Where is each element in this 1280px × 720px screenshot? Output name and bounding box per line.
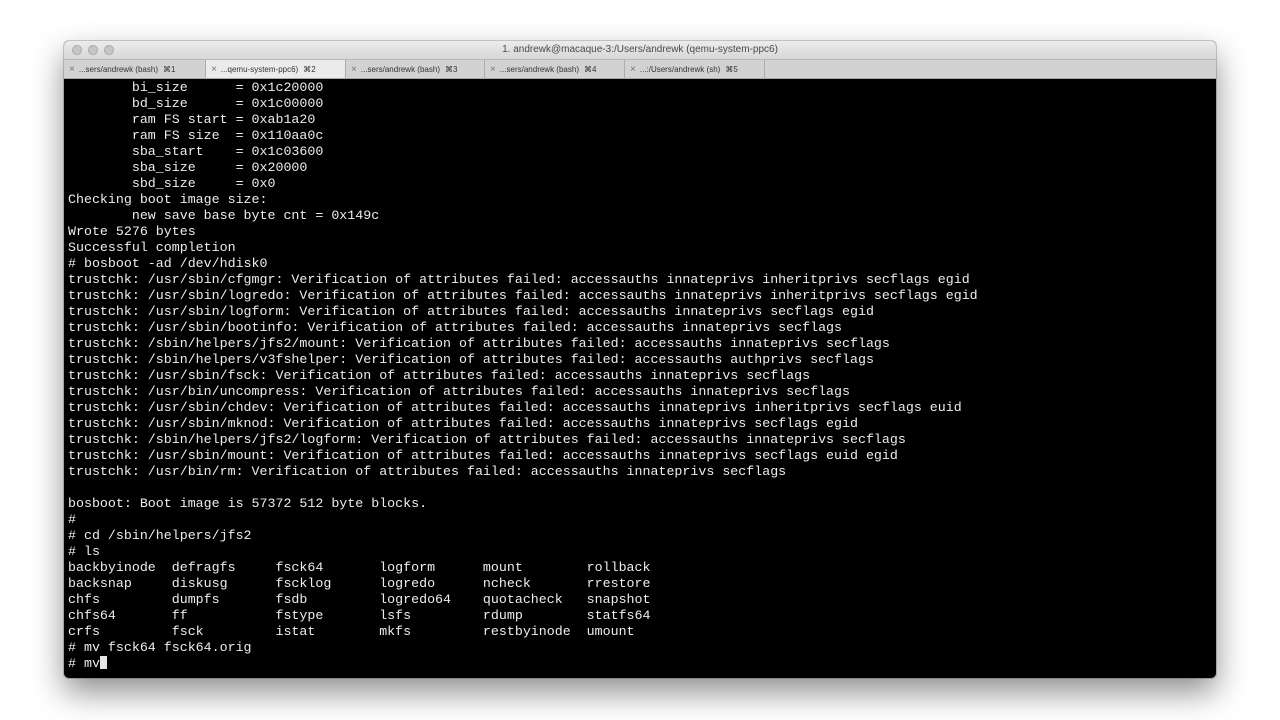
terminal-line: trustchk: /usr/bin/rm: Verification of a… (68, 464, 787, 479)
tab-shortcut: ⌘4 (583, 64, 597, 74)
terminal-line: ram FS start = 0xab1a20 (68, 112, 316, 127)
zoom-window-button[interactable] (104, 45, 114, 55)
close-tab-icon[interactable]: × (69, 64, 75, 75)
tab-shortcut: ⌘3 (444, 64, 458, 74)
terminal-line: Checking boot image size: (68, 192, 268, 207)
terminal-line: trustchk: /usr/bin/uncompress: Verificat… (68, 384, 850, 399)
terminal-line: Successful completion (68, 240, 236, 255)
close-tab-icon[interactable]: × (211, 64, 217, 75)
terminal-line: # (68, 512, 76, 527)
terminal-line: trustchk: /sbin/helpers/jfs2/mount: Veri… (68, 336, 890, 351)
terminal-line: backbyinode defragfs fsck64 logform moun… (68, 560, 651, 575)
terminal-line: crfs fsck istat mkfs restbyinode umount (68, 624, 635, 639)
minimize-window-button[interactable] (88, 45, 98, 55)
terminal-line: trustchk: /usr/sbin/fsck: Verification o… (68, 368, 811, 383)
terminal-line: # cd /sbin/helpers/jfs2 (68, 528, 252, 543)
tab-shortcut: ⌘5 (725, 64, 738, 74)
window-title: 1. andrewk@macaque-3:/Users/andrewk (qem… (502, 44, 778, 55)
terminal-line: bi_size = 0x1c20000 (68, 80, 324, 95)
terminal-window: 1. andrewk@macaque-3:/Users/andrewk (qem… (64, 41, 1216, 678)
tab-5[interactable]: × ...:/Users/andrewk (sh) ⌘5 (625, 60, 765, 78)
terminal-line: trustchk: /usr/sbin/bootinfo: Verificati… (68, 320, 843, 335)
tab-shortcut: ⌘2 (303, 64, 316, 74)
close-tab-icon[interactable]: × (630, 64, 636, 75)
current-command: # mv (68, 656, 100, 671)
tab-label: ...sers/andrewk (bash) (499, 64, 579, 74)
window-controls (72, 45, 114, 55)
terminal-line: bosboot: Boot image is 57372 512 byte bl… (68, 496, 428, 511)
tab-1[interactable]: × ...sers/andrewk (bash) ⌘1 (64, 60, 206, 78)
terminal-line: trustchk: /sbin/helpers/jfs2/logform: Ve… (68, 432, 906, 447)
close-tab-icon[interactable]: × (351, 64, 357, 75)
tab-label: ...sers/andrewk (bash) (360, 64, 440, 74)
terminal-line: chfs64 ff fstype lsfs rdump statfs64 (68, 608, 651, 623)
terminal-line: trustchk: /usr/sbin/chdev: Verification … (68, 400, 962, 415)
tab-2[interactable]: × ...qemu-system-ppc6) ⌘2 (206, 60, 346, 78)
terminal-line: backsnap diskusg fscklog logredo ncheck … (68, 576, 651, 591)
close-tab-icon[interactable]: × (490, 64, 496, 75)
terminal-line: chfs dumpfs fsdb logredo64 quotacheck sn… (68, 592, 651, 607)
terminal-scrollback: bi_size = 0x1c20000 bd_size = 0x1c00000 … (68, 80, 1216, 656)
terminal-line: # ls (68, 544, 100, 559)
title-bar: 1. andrewk@macaque-3:/Users/andrewk (qem… (64, 41, 1216, 60)
terminal-line: # mv fsck64 fsck64.orig (68, 640, 252, 655)
terminal-line: ram FS size = 0x110aa0c (68, 128, 324, 143)
terminal-line: bd_size = 0x1c00000 (68, 96, 324, 111)
tab-bar: × ...sers/andrewk (bash) ⌘1 × ...qemu-sy… (64, 60, 1216, 79)
close-window-button[interactable] (72, 45, 82, 55)
terminal-line: sba_start = 0x1c03600 (68, 144, 324, 159)
tab-label: ...sers/andrewk (bash) (78, 64, 158, 74)
terminal-line: new save base byte cnt = 0x149c (68, 208, 380, 223)
terminal-line: Wrote 5276 bytes (68, 224, 196, 239)
terminal-line: trustchk: /usr/sbin/cfgmgr: Verification… (68, 272, 970, 287)
terminal-input-line[interactable]: # mv (68, 656, 1216, 672)
terminal-line: trustchk: /sbin/helpers/v3fshelper: Veri… (68, 352, 874, 367)
text-cursor (99, 656, 107, 669)
tab-shortcut: ⌘1 (162, 64, 176, 74)
tab-3[interactable]: × ...sers/andrewk (bash) ⌘3 (346, 60, 485, 78)
terminal-line: sba_size = 0x20000 (68, 160, 308, 175)
terminal-line: trustchk: /usr/sbin/mknod: Verification … (68, 416, 858, 431)
terminal-line: trustchk: /usr/sbin/mount: Verification … (68, 448, 898, 463)
terminal-line: # bosboot -ad /dev/hdisk0 (68, 256, 268, 271)
tab-label: ...qemu-system-ppc6) (220, 64, 299, 74)
terminal-line: trustchk: /usr/sbin/logform: Verificatio… (68, 304, 874, 319)
terminal-line: trustchk: /usr/sbin/logredo: Verificatio… (68, 288, 978, 303)
tab-label: ...:/Users/andrewk (sh) (639, 64, 721, 74)
terminal-line: sbd_size = 0x0 (68, 176, 276, 191)
tab-4[interactable]: × ...sers/andrewk (bash) ⌘4 (485, 60, 625, 78)
terminal-output[interactable]: bi_size = 0x1c20000 bd_size = 0x1c00000 … (68, 80, 1216, 678)
